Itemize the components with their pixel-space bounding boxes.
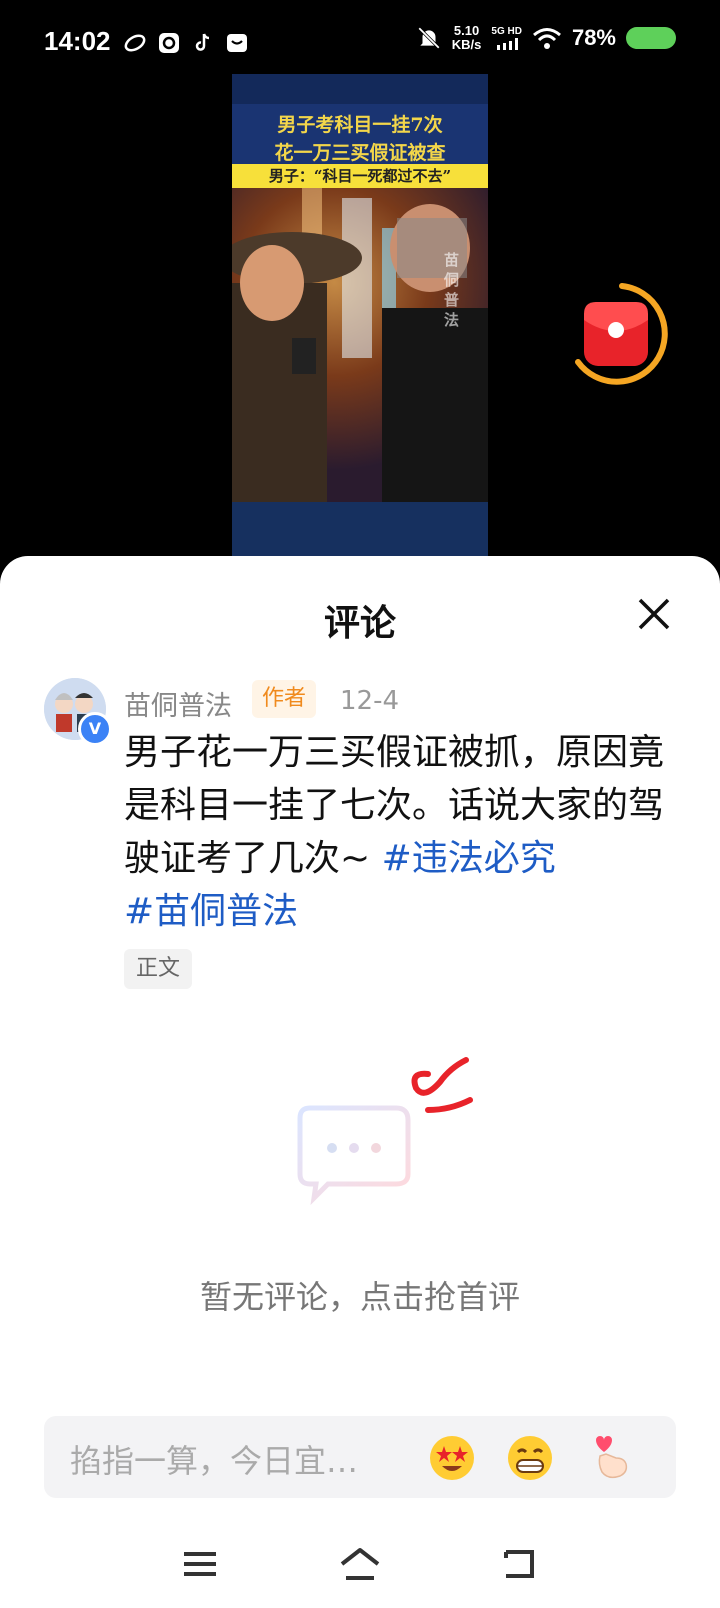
post-text: 男子花一万三买假证被抓，原因竟是科目一挂了七次。话说大家的驾驶证考了几次~ #违… bbox=[124, 726, 684, 938]
hashtag-link[interactable]: #苗侗普法 bbox=[124, 891, 298, 932]
status-right: 5.10 KB/s 5G HD 78% bbox=[416, 24, 676, 52]
home-icon[interactable] bbox=[336, 1544, 384, 1584]
net-speed: 5.10 KB/s bbox=[451, 23, 482, 52]
system-nav-bar bbox=[0, 1504, 720, 1608]
comment-input[interactable]: 掐指一算，今日宜… bbox=[44, 1416, 676, 1498]
video-bottom-panel bbox=[232, 502, 488, 560]
post-date: 12-4 bbox=[340, 686, 400, 716]
hashtag-link[interactable]: #违法必究 bbox=[382, 838, 556, 879]
back-icon[interactable] bbox=[496, 1544, 544, 1584]
empty-comments-text[interactable]: 暂无评论，点击抢首评 bbox=[0, 1272, 720, 1318]
wifi-icon bbox=[532, 28, 561, 49]
signal-bars-icon bbox=[496, 38, 518, 50]
author-name[interactable]: 苗侗普法 bbox=[124, 684, 232, 723]
sheet-title: 评论 bbox=[323, 603, 396, 644]
author-avatar[interactable]: V bbox=[44, 678, 112, 746]
browser-app-icon bbox=[156, 30, 182, 56]
network-indicator: 5G HD bbox=[491, 26, 522, 50]
message-app-icon bbox=[224, 30, 250, 56]
comment-input-placeholder: 掐指一算，今日宜… bbox=[70, 1442, 359, 1480]
video-watermark: 苗侗普法 bbox=[444, 251, 460, 329]
author-tag: 作者 bbox=[252, 680, 317, 718]
red-packet-float-button[interactable] bbox=[574, 280, 670, 390]
video-player[interactable]: 男子考科目一挂7次 花一万三买假证被查 男子：“科目一死都过不去” 苗侗普法 bbox=[232, 74, 488, 560]
empty-comments-illustration bbox=[290, 1052, 490, 1212]
mute-bell-icon bbox=[417, 27, 440, 49]
notification-icons bbox=[122, 30, 250, 56]
comment-sheet: 评论 V 苗侗普法 作者 12-4 男子花一万三买假证被抓，原因竟是科目一挂了七… bbox=[0, 556, 720, 1608]
tiktok-app-icon bbox=[190, 30, 216, 56]
video-quote: 男子：“科目一死都过不去” bbox=[232, 164, 488, 188]
battery-icon bbox=[626, 27, 676, 49]
verified-badge-icon: V bbox=[78, 712, 112, 746]
close-icon[interactable] bbox=[634, 594, 674, 634]
video-title-line2: 花一万三买假证被查 bbox=[274, 142, 446, 164]
battery-text: 78% bbox=[571, 25, 616, 50]
status-time: 14:02 bbox=[44, 26, 111, 56]
content-tag-button[interactable]: 正文 bbox=[124, 949, 192, 989]
finger-heart-emoji-icon[interactable] bbox=[586, 1434, 634, 1482]
grin-emoji-icon[interactable] bbox=[506, 1434, 554, 1482]
menu-icon[interactable] bbox=[176, 1544, 224, 1584]
video-title-line1: 男子考科目一挂7次 bbox=[277, 114, 443, 136]
star-eyes-emoji-icon[interactable] bbox=[428, 1434, 476, 1482]
link-app-icon bbox=[122, 30, 148, 56]
video-frame bbox=[232, 188, 488, 502]
